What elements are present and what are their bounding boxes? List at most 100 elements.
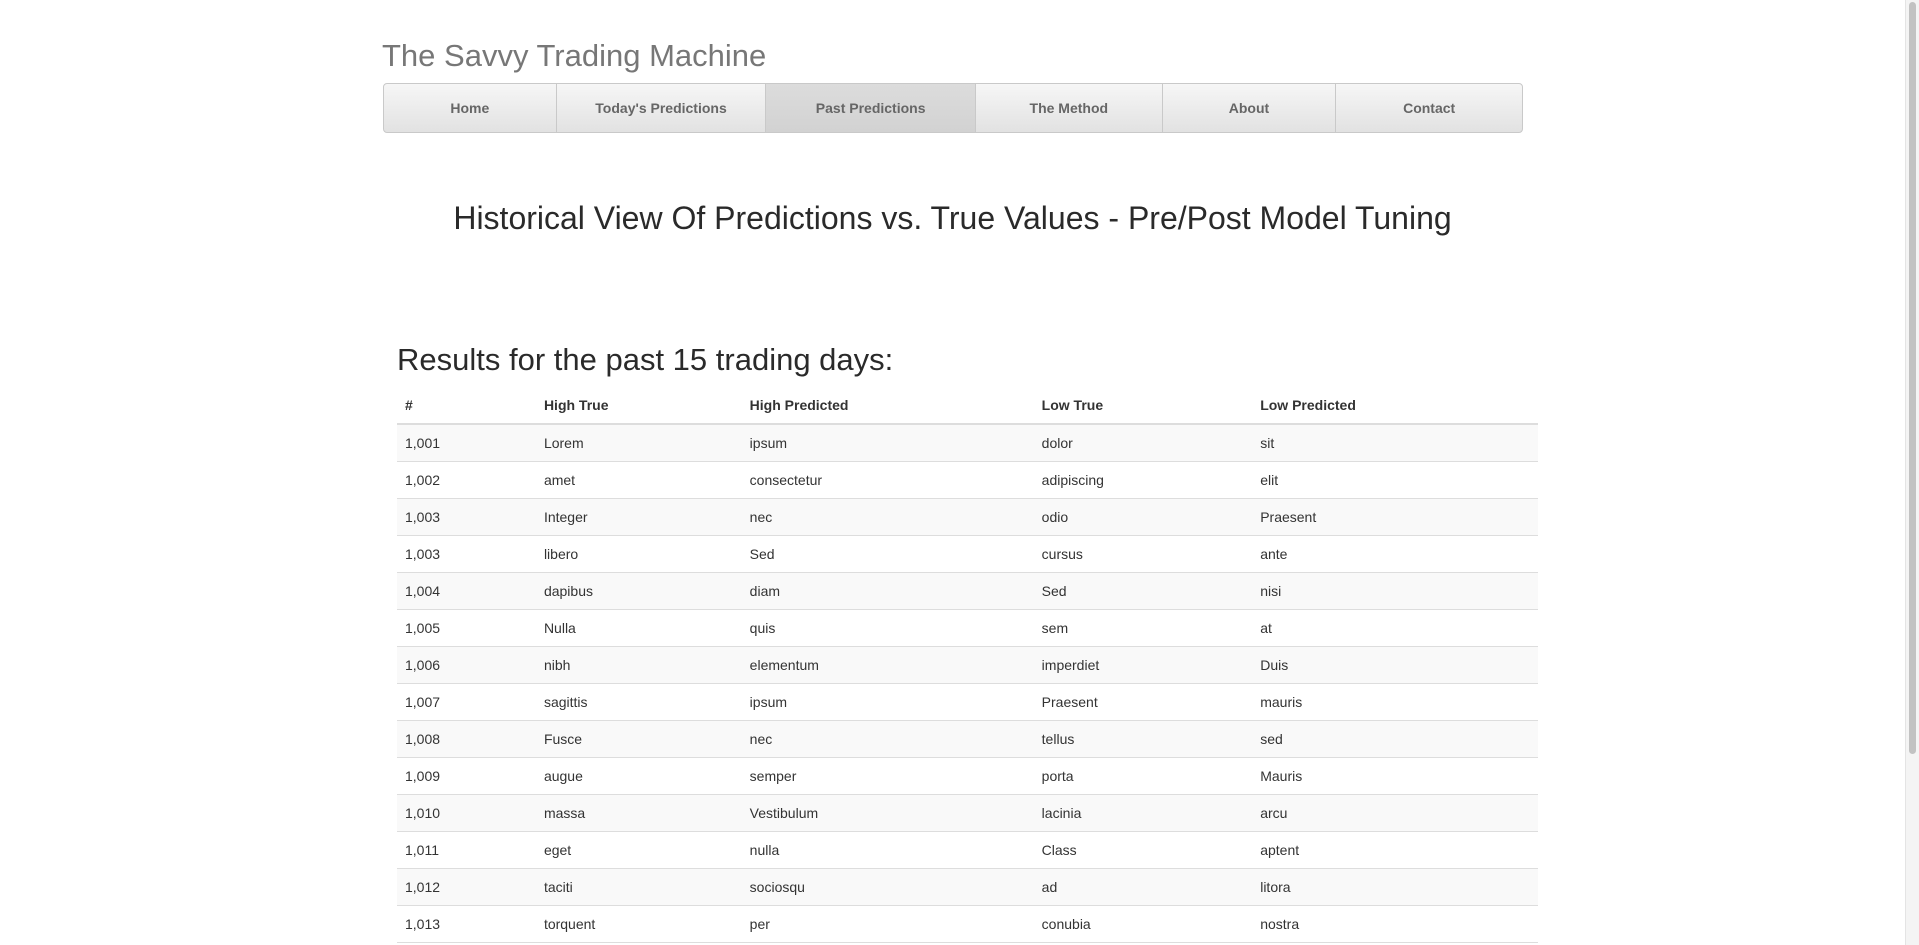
nav-item-the-method[interactable]: The Method <box>976 84 1163 132</box>
table-row: 1,007 sagittis ipsum Praesent mauris <box>397 683 1538 721</box>
table-row: 1,004 dapibus diam Sed nisi <box>397 572 1538 610</box>
column-header-high-predicted: High Predicted <box>741 386 1034 425</box>
table-row: 1,009 augue semper porta Mauris <box>397 757 1538 795</box>
table-cell-high-predicted: quis <box>741 609 1034 647</box>
page-heading: Historical View Of Predictions vs. True … <box>453 200 1452 236</box>
table-row: 1,013 torquent per conubia nostra <box>397 905 1538 943</box>
table-cell-index: 1,009 <box>397 757 536 795</box>
table-row: 1,006 nibh elementum imperdiet Duis <box>397 646 1538 684</box>
table-cell-low-predicted: mauris <box>1252 683 1538 721</box>
table-row: 1,010 massa Vestibulum lacinia arcu <box>397 794 1538 832</box>
results-table: # High True High Predicted Low True Low Pred… <box>397 386 1538 943</box>
table-cell-high-true: libero <box>535 535 742 573</box>
table-cell-low-true: tellus <box>1033 720 1253 758</box>
results-heading: Results for the past 15 trading days: <box>397 342 894 377</box>
table-cell-low-predicted: nisi <box>1252 572 1538 610</box>
table-cell-high-predicted: diam <box>741 572 1034 610</box>
table-cell-low-predicted: at <box>1252 609 1538 647</box>
table-cell-low-predicted: Praesent <box>1252 498 1538 536</box>
table-cell-high-true: augue <box>535 757 742 795</box>
table-cell-high-predicted: nec <box>741 498 1034 536</box>
table-cell-high-true: torquent <box>535 905 742 943</box>
table-cell-high-true: sagittis <box>535 683 742 721</box>
column-header-index: # <box>397 386 536 425</box>
table-cell-high-predicted: per <box>741 905 1034 943</box>
column-header-high-true: High True <box>535 386 742 425</box>
table-cell-index: 1,007 <box>397 683 536 721</box>
table-cell-index: 1,013 <box>397 905 536 943</box>
table-cell-high-true: Integer <box>535 498 742 536</box>
table-cell-high-true: Nulla <box>535 609 742 647</box>
table-cell-index: 1,010 <box>397 794 536 832</box>
table-cell-low-true: porta <box>1033 757 1253 795</box>
table-cell-high-true: Lorem <box>535 424 742 462</box>
table-cell-low-predicted: arcu <box>1252 794 1538 832</box>
nav-item-home[interactable]: Home <box>384 84 557 132</box>
table-cell-low-true: cursus <box>1033 535 1253 573</box>
table-cell-low-predicted: elit <box>1252 461 1538 499</box>
table-cell-high-predicted: nec <box>741 720 1034 758</box>
main-nav: Home Today's Predictions Past Predictions T… <box>383 83 1523 133</box>
table-cell-index: 1,012 <box>397 868 536 906</box>
vertical-scrollbar[interactable] <box>1905 0 1919 945</box>
table-row: 1,005 Nulla quis sem at <box>397 609 1538 647</box>
table-header-row: # High True High Predicted Low True Low Pred… <box>397 386 1538 425</box>
table-cell-low-true: lacinia <box>1033 794 1253 832</box>
table-cell-index: 1,008 <box>397 720 536 758</box>
table-cell-index: 1,002 <box>397 461 536 499</box>
table-cell-index: 1,001 <box>397 424 536 462</box>
table-row: 1,002 amet consectetur adipiscing elit <box>397 461 1538 499</box>
table-cell-high-predicted: ipsum <box>741 424 1034 462</box>
table-cell-low-true: ad <box>1033 868 1253 906</box>
table-cell-high-true: taciti <box>535 868 742 906</box>
table-cell-high-true: massa <box>535 794 742 832</box>
site-title: The Savvy Trading Machine <box>382 38 767 73</box>
table-cell-low-predicted: sit <box>1252 424 1538 462</box>
table-cell-low-predicted: nostra <box>1252 905 1538 943</box>
table-cell-high-true: amet <box>535 461 742 499</box>
table-cell-high-predicted: Sed <box>741 535 1034 573</box>
table-cell-low-predicted: ante <box>1252 535 1538 573</box>
table-cell-index: 1,006 <box>397 646 536 684</box>
table-cell-high-predicted: Vestibulum <box>741 794 1034 832</box>
table-cell-low-true: odio <box>1033 498 1253 536</box>
table-cell-low-true: adipiscing <box>1033 461 1253 499</box>
table-cell-high-true: eget <box>535 831 742 869</box>
nav-item-todays-predictions[interactable]: Today's Predictions <box>557 84 767 132</box>
table-cell-high-true: nibh <box>535 646 742 684</box>
table-row: 1,008 Fusce nec tellus sed <box>397 720 1538 758</box>
column-header-low-predicted: Low Predicted <box>1252 386 1538 425</box>
table-row: 1,003 Integer nec odio Praesent <box>397 498 1538 536</box>
table-cell-low-true: dolor <box>1033 424 1253 462</box>
table-cell-high-predicted: sociosqu <box>741 868 1034 906</box>
table-body: 1,001 Lorem ipsum dolor sit 1,002 amet consecte… <box>397 424 1538 943</box>
table-cell-high-predicted: consectetur <box>741 461 1034 499</box>
table-row: 1,011 eget nulla Class aptent <box>397 831 1538 869</box>
table-cell-low-true: conubia <box>1033 905 1253 943</box>
table-cell-low-true: Sed <box>1033 572 1253 610</box>
table-cell-low-predicted: sed <box>1252 720 1538 758</box>
table-cell-high-true: dapibus <box>535 572 742 610</box>
table-cell-high-true: Fusce <box>535 720 742 758</box>
table-row: 1,012 taciti sociosqu ad litora <box>397 868 1538 906</box>
table-cell-low-predicted: Duis <box>1252 646 1538 684</box>
nav-item-about[interactable]: About <box>1163 84 1337 132</box>
table-row: 1,003 libero Sed cursus ante <box>397 535 1538 573</box>
table-cell-high-predicted: nulla <box>741 831 1034 869</box>
table-cell-low-predicted: aptent <box>1252 831 1538 869</box>
table-cell-index: 1,003 <box>397 498 536 536</box>
table-cell-low-true: imperdiet <box>1033 646 1253 684</box>
table-cell-low-true: Praesent <box>1033 683 1253 721</box>
table-cell-index: 1,011 <box>397 831 536 869</box>
table-cell-high-predicted: elementum <box>741 646 1034 684</box>
table-row: 1,001 Lorem ipsum dolor sit <box>397 424 1538 462</box>
page: The Savvy Trading Machine Home Today's Pr… <box>0 0 1919 945</box>
nav-item-past-predictions[interactable]: Past Predictions <box>766 84 976 132</box>
table-cell-high-predicted: ipsum <box>741 683 1034 721</box>
nav-item-contact[interactable]: Contact <box>1336 84 1522 132</box>
table-cell-low-predicted: litora <box>1252 868 1538 906</box>
table-cell-index: 1,005 <box>397 609 536 647</box>
table-cell-low-true: Class <box>1033 831 1253 869</box>
table-cell-index: 1,004 <box>397 572 536 610</box>
scrollbar-thumb[interactable] <box>1909 2 1916 754</box>
